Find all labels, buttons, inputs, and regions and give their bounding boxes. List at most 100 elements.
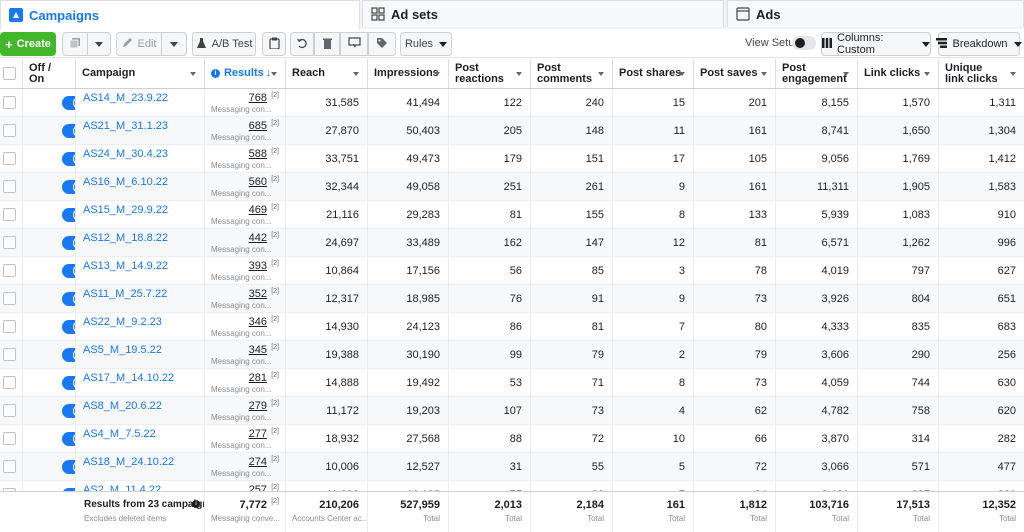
header-post-reactions[interactable]: Post reactions — [449, 59, 531, 88]
campaign-toggle[interactable] — [62, 432, 75, 446]
results-value[interactable]: 469 — [249, 204, 267, 216]
rules-dropdown[interactable]: Rules — [400, 32, 452, 56]
campaign-toggle[interactable] — [62, 152, 75, 166]
row-checkbox[interactable] — [3, 236, 16, 249]
campaign-name-link[interactable]: AS5_M_19.5.22 — [76, 344, 162, 356]
campaign-name-link[interactable]: AS12_M_18.8.22 — [76, 232, 168, 244]
row-checkbox[interactable] — [3, 460, 16, 473]
create-button[interactable]: + Create — [0, 32, 56, 56]
table-row[interactable]: AS11_M_25.7.22 352 [2] Messaging con... 12,3… — [0, 285, 1024, 313]
table-row[interactable]: AS22_M_9.2.23 346 [2] Messaging con... 14,93… — [0, 313, 1024, 341]
header-unique-link-clicks[interactable]: Unique link clicks — [939, 59, 1024, 88]
row-checkbox[interactable] — [3, 180, 16, 193]
campaign-toggle[interactable] — [62, 376, 75, 390]
campaign-name-link[interactable]: AS8_M_20.6.22 — [76, 400, 162, 412]
breakdown-dropdown[interactable]: Breakdown — [936, 32, 1022, 56]
campaign-name-link[interactable]: AS4_M_7.5.22 — [76, 428, 156, 440]
table-row[interactable]: AS21_M_31.1.23 685 [2] Messaging con... 27,8… — [0, 117, 1024, 145]
campaign-name-link[interactable]: AS22_M_9.2.23 — [76, 316, 162, 328]
clipboard-button[interactable] — [262, 32, 286, 56]
results-value[interactable]: 279 — [249, 400, 267, 412]
results-value[interactable]: 345 — [249, 344, 267, 356]
campaign-toggle[interactable] — [62, 320, 75, 334]
campaign-toggle[interactable] — [62, 96, 75, 110]
results-value[interactable]: 274 — [249, 456, 267, 468]
header-impressions[interactable]: Impressions — [368, 59, 449, 88]
row-checkbox[interactable] — [3, 208, 16, 221]
table-row[interactable]: AS8_M_20.6.22 279 [2] Messaging con... 11,17… — [0, 397, 1024, 425]
table-row[interactable]: AS24_M_30.4.23 588 [2] Messaging con... 33,7… — [0, 145, 1024, 173]
row-checkbox[interactable] — [3, 152, 16, 165]
table-row[interactable]: AS13_M_14.9.22 393 [2] Messaging con... 10,8… — [0, 257, 1024, 285]
tab-adsets[interactable]: Ad sets — [362, 0, 724, 27]
campaign-toggle[interactable] — [62, 236, 75, 250]
campaign-name-link[interactable]: AS13_M_14.9.22 — [76, 260, 168, 272]
results-value[interactable]: 685 — [249, 120, 267, 132]
campaign-toggle[interactable] — [62, 180, 75, 194]
select-all-checkbox[interactable] — [3, 67, 16, 80]
results-value[interactable]: 352 — [249, 288, 267, 300]
table-row[interactable]: AS14_M_23.9.22 768 [2] Messaging con... 31,5… — [0, 89, 1024, 117]
row-checkbox[interactable] — [3, 348, 16, 361]
duplicate-dropdown[interactable] — [87, 32, 111, 56]
campaign-toggle[interactable] — [62, 124, 75, 138]
results-value[interactable]: 281 — [249, 372, 267, 384]
row-checkbox[interactable] — [3, 96, 16, 109]
campaign-toggle[interactable] — [62, 208, 75, 222]
delete-button[interactable] — [314, 32, 340, 56]
campaign-toggle[interactable] — [62, 404, 75, 418]
table-row[interactable]: AS16_M_6.10.22 560 [2] Messaging con... 32,3… — [0, 173, 1024, 201]
campaign-name-link[interactable]: AS17_M_14.10.22 — [76, 372, 174, 384]
tab-campaigns[interactable]: Campaigns — [0, 0, 360, 29]
header-results[interactable]: i Results ↓ — [205, 59, 286, 88]
table-row[interactable]: AS18_M_24.10.22 274 [2] Messaging con... 10,… — [0, 453, 1024, 481]
campaign-name-link[interactable]: AS24_M_30.4.23 — [76, 148, 168, 160]
header-post-shares[interactable]: Post shares — [613, 59, 694, 88]
edit-button[interactable]: Edit — [116, 32, 162, 56]
row-checkbox[interactable] — [3, 264, 16, 277]
campaign-name-link[interactable]: AS11_M_25.7.22 — [76, 288, 167, 300]
view-setup-toggle[interactable] — [792, 36, 816, 50]
campaign-name-link[interactable]: AS15_M_29.9.22 — [76, 204, 168, 216]
results-value[interactable]: 588 — [249, 148, 267, 160]
header-post-saves[interactable]: Post saves — [694, 59, 776, 88]
results-value[interactable]: 346 — [249, 316, 267, 328]
campaign-name-link[interactable]: AS21_M_31.1.23 — [76, 120, 168, 132]
campaign-toggle[interactable] — [62, 348, 75, 362]
campaign-toggle[interactable] — [62, 460, 75, 474]
table-row[interactable]: AS12_M_18.8.22 442 [2] Messaging con... 24,6… — [0, 229, 1024, 257]
campaign-name-link[interactable]: AS16_M_6.10.22 — [76, 176, 168, 188]
undo-button[interactable] — [290, 32, 314, 56]
tab-ads[interactable]: Ads — [727, 0, 1024, 27]
row-checkbox[interactable] — [3, 320, 16, 333]
campaign-toggle[interactable] — [62, 264, 75, 278]
header-post-engagement[interactable]: Post engagement — [776, 59, 858, 88]
preview-button[interactable] — [340, 32, 368, 56]
results-value[interactable]: 277 — [249, 428, 267, 440]
edit-dropdown[interactable] — [161, 32, 187, 56]
results-value[interactable]: 393 — [249, 260, 267, 272]
ab-test-button[interactable]: A/B Test — [192, 32, 256, 56]
duplicate-button[interactable] — [62, 32, 88, 56]
results-value[interactable]: 560 — [249, 176, 267, 188]
row-checkbox[interactable] — [3, 404, 16, 417]
columns-dropdown[interactable]: Columns: Custom — [821, 32, 931, 56]
header-campaign[interactable]: Campaign — [76, 59, 205, 88]
tag-button[interactable] — [368, 32, 396, 56]
table-row[interactable]: AS5_M_19.5.22 345 [2] Messaging con... 19,38… — [0, 341, 1024, 369]
header-reach[interactable]: Reach — [286, 59, 368, 88]
results-value[interactable]: 442 — [249, 232, 267, 244]
campaign-toggle[interactable] — [62, 292, 75, 306]
table-row[interactable]: AS4_M_7.5.22 277 [2] Messaging con... 18,932… — [0, 425, 1024, 453]
row-checkbox[interactable] — [3, 376, 16, 389]
campaign-name-link[interactable]: AS14_M_23.9.22 — [76, 92, 168, 104]
results-value[interactable]: 768 — [249, 92, 267, 104]
campaign-name-link[interactable]: AS18_M_24.10.22 — [76, 456, 174, 468]
row-checkbox[interactable] — [3, 124, 16, 137]
row-checkbox[interactable] — [3, 432, 16, 445]
table-row[interactable]: AS17_M_14.10.22 281 [2] Messaging con... 14,… — [0, 369, 1024, 397]
table-row[interactable]: AS15_M_29.9.22 469 [2] Messaging con... 21,1… — [0, 201, 1024, 229]
row-checkbox[interactable] — [3, 292, 16, 305]
header-link-clicks[interactable]: Link clicks — [858, 59, 939, 88]
header-post-comments[interactable]: Post comments — [531, 59, 613, 88]
